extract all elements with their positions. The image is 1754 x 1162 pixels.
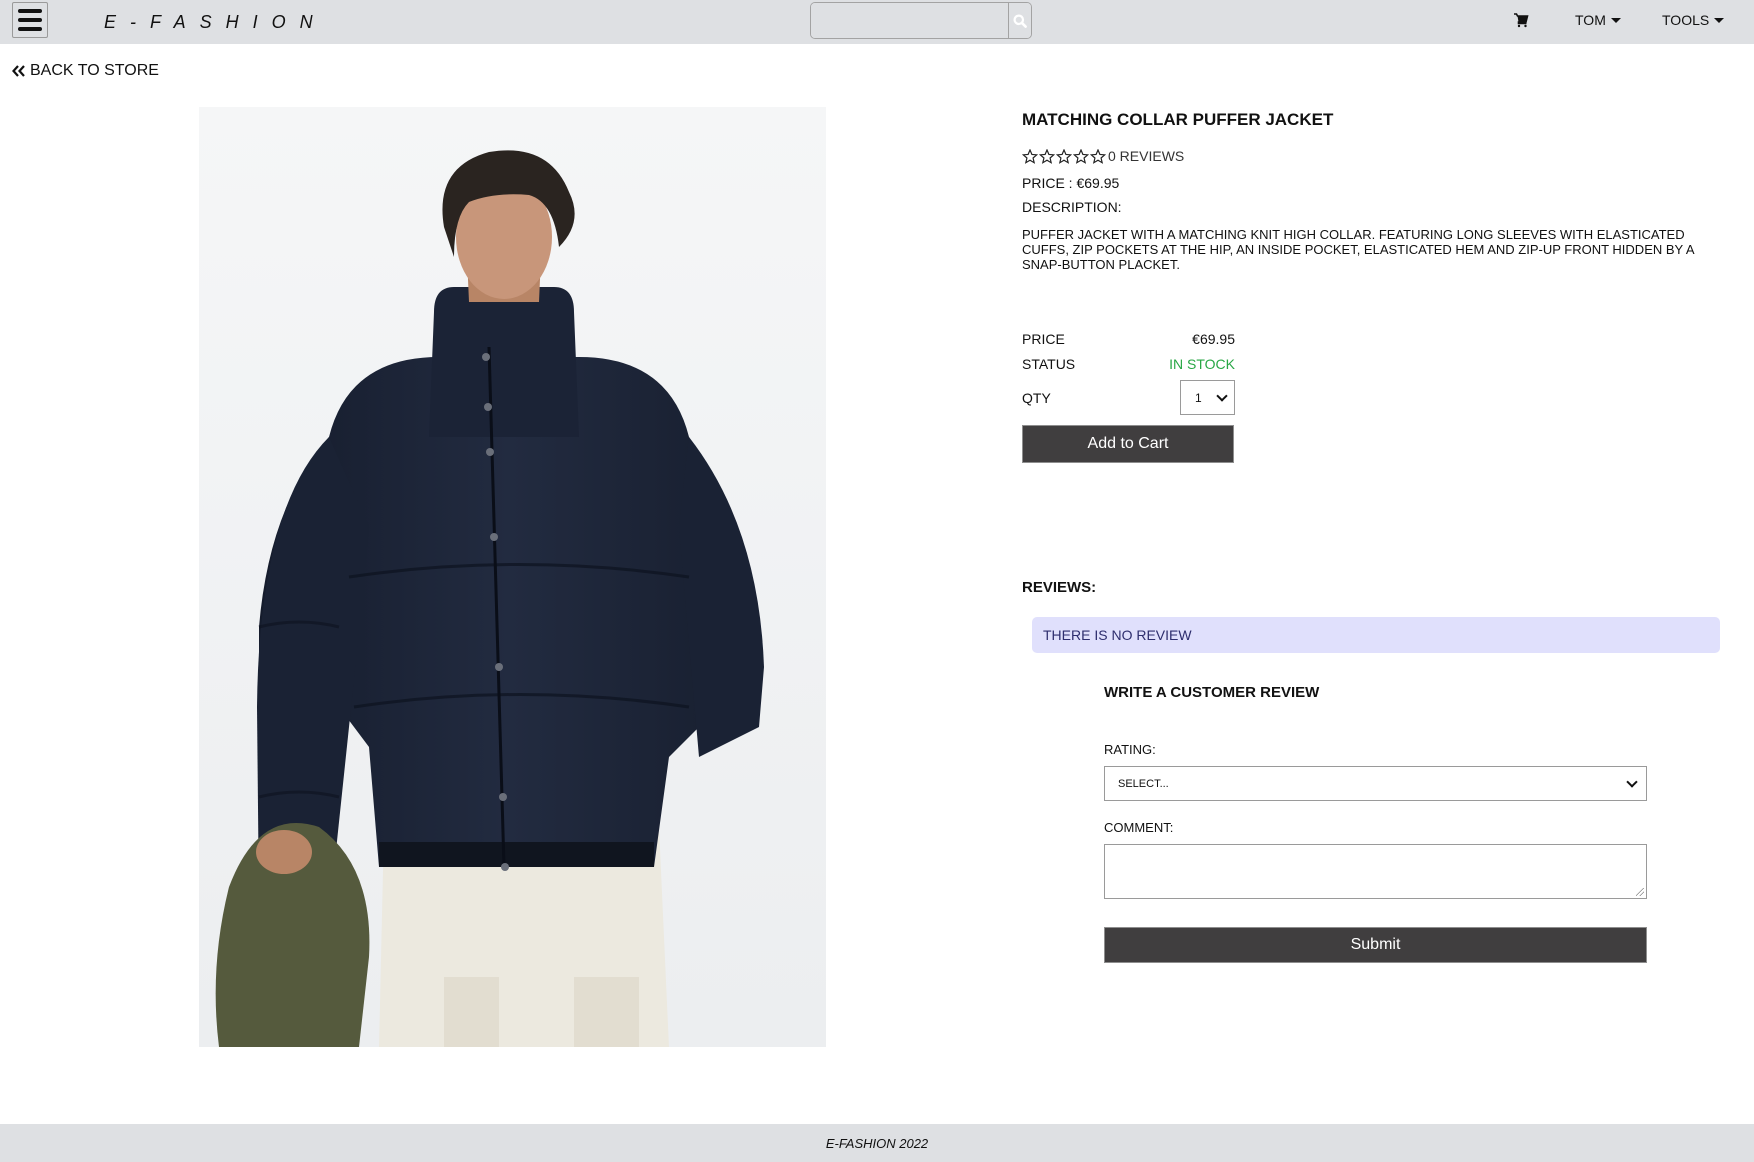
product-image <box>199 107 826 1047</box>
purchase-info: PRICE €69.95 STATUS IN STOCK QTY 1 <box>1022 330 1235 415</box>
hamburger-icon-bar <box>18 18 42 22</box>
price-label: PRICE <box>1022 331 1065 347</box>
back-to-store-link[interactable]: BACK TO STORE <box>12 62 159 80</box>
submit-review-button[interactable]: Submit <box>1104 927 1647 963</box>
product-description: PUFFER JACKET WITH A MATCHING KNIT HIGH … <box>1022 227 1694 272</box>
product-title: MATCHING COLLAR PUFFER JACKET <box>1022 110 1334 129</box>
navbar: E-FASHION TOM TOOLS <box>0 0 1754 44</box>
footer-text: E-FASHION 2022 <box>825 1135 929 1151</box>
caret-down-icon <box>1714 17 1725 23</box>
qty-select[interactable]: 1 <box>1180 380 1235 415</box>
hamburger-menu-button[interactable] <box>12 2 48 38</box>
add-to-cart-button[interactable]: Add to Cart <box>1022 425 1234 463</box>
status-label: STATUS <box>1022 356 1076 372</box>
star-outline-icon <box>1073 148 1089 164</box>
resize-handle-icon[interactable] <box>1636 888 1644 896</box>
footer: E-FASHION 2022 <box>0 1124 1754 1162</box>
qty-row: QTY 1 <box>1022 380 1235 415</box>
star-outline-icon <box>1039 148 1055 164</box>
price-line: PRICE : €69.95 <box>1022 175 1120 191</box>
status-value: IN STOCK <box>1169 356 1235 372</box>
logo[interactable]: E-FASHION <box>104 12 327 33</box>
price-value: €69.95 <box>1192 331 1235 347</box>
reviews-heading: REVIEWS: <box>1022 579 1097 596</box>
write-review-title: WRITE A CUSTOMER REVIEW <box>1104 684 1320 701</box>
product-rating: 0 REVIEWS <box>1022 148 1184 164</box>
search-input[interactable] <box>811 3 1008 38</box>
double-chevron-left-icon <box>12 65 25 77</box>
no-review-alert: THERE IS NO REVIEW <box>1032 617 1720 653</box>
cart-icon <box>1514 13 1529 28</box>
status-row: STATUS IN STOCK <box>1022 355 1235 373</box>
caret-down-icon <box>1610 17 1621 23</box>
qty-value: 1 <box>1195 390 1202 405</box>
reviews-count: 0 REVIEWS <box>1108 148 1185 164</box>
tools-menu-label: TOOLS <box>1662 12 1710 28</box>
rating-select-value: SELECT... <box>1118 777 1169 790</box>
description-label: DESCRIPTION: <box>1022 199 1122 215</box>
tools-menu-dropdown[interactable]: TOOLS <box>1662 12 1725 28</box>
search-icon <box>1013 14 1027 28</box>
search-form <box>810 2 1032 39</box>
rating-label: RATING: <box>1104 742 1156 757</box>
product-photo-illustration <box>199 107 826 1047</box>
user-menu-dropdown[interactable]: TOM <box>1575 12 1621 28</box>
cart-button[interactable] <box>1513 12 1531 30</box>
qty-label: QTY <box>1022 389 1051 406</box>
star-outline-icon <box>1056 148 1072 164</box>
search-button[interactable] <box>1008 3 1031 38</box>
chevron-down-icon <box>1626 775 1638 788</box>
star-rating <box>1022 148 1106 164</box>
star-outline-icon <box>1090 148 1106 164</box>
comment-label: COMMENT: <box>1104 820 1174 835</box>
hamburger-icon-bar <box>18 27 42 31</box>
user-menu-label: TOM <box>1575 12 1606 28</box>
hamburger-icon-bar <box>18 9 42 13</box>
chevron-down-icon <box>1216 389 1228 402</box>
rating-select[interactable]: SELECT... <box>1104 766 1647 801</box>
comment-textarea[interactable] <box>1104 844 1647 899</box>
back-to-store-label: BACK TO STORE <box>30 62 159 79</box>
price-row: PRICE €69.95 <box>1022 330 1235 348</box>
star-outline-icon <box>1022 148 1038 164</box>
